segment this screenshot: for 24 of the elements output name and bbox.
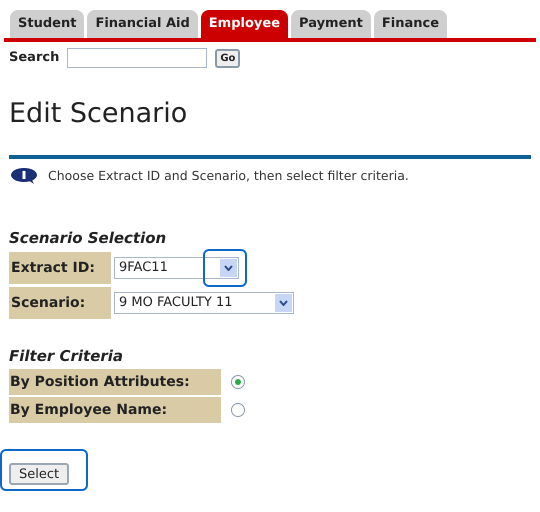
search-field[interactable] (67, 48, 208, 68)
section-heading: Scenario Selection (8, 228, 168, 250)
radio-button[interactable] (231, 403, 245, 418)
search-label: Search (9, 49, 60, 68)
dropdown[interactable]: 9FAC11 (114, 256, 239, 279)
select-button[interactable]: Select (9, 463, 70, 486)
tab[interactable]: Student (10, 10, 84, 38)
tab[interactable]: Finance (374, 10, 448, 38)
radio-button[interactable] (231, 375, 245, 390)
tab[interactable]: Financial Aid (87, 10, 198, 38)
info-message: Choose Extract ID and Scenario, then select filter criteria. (48, 166, 409, 184)
page-title: Edit Scenario (8, 97, 188, 131)
field-label: Scenario: (9, 286, 111, 319)
caret-icon[interactable] (275, 294, 292, 312)
go-button[interactable]: Go (215, 48, 240, 68)
field-label: Extract ID: (9, 252, 111, 284)
info-icon (10, 166, 40, 185)
option-label: By Position Attributes: (9, 369, 221, 396)
section-heading: Filter Criteria (8, 346, 124, 367)
tab[interactable]: Employee (200, 10, 288, 38)
option-label: By Employee Name: (9, 397, 221, 424)
dropdown[interactable]: 9 MO FACULTY 11 (114, 292, 294, 314)
tab[interactable]: Payment (291, 10, 371, 38)
caret-icon[interactable] (220, 258, 237, 277)
